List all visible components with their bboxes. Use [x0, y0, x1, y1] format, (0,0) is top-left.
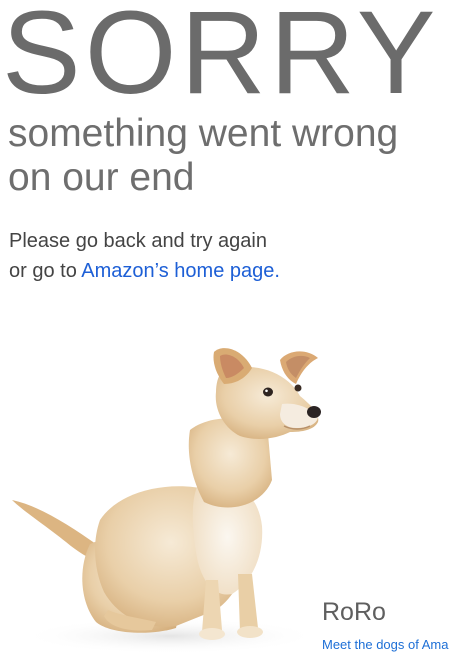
error-subheading: something went wrong on our end — [8, 112, 474, 200]
dog-photo-icon — [12, 348, 321, 654]
message-line-1: Please go back and try again — [9, 230, 267, 252]
error-page: SORRY something went wrong on our end Pl… — [0, 0, 474, 664]
error-message: Please go back and try again or go to Am… — [9, 226, 469, 286]
message-line-2-prefix: or go to — [9, 260, 82, 282]
meet-the-dogs-link[interactable]: Meet the dogs of Ama — [322, 637, 474, 653]
amazon-home-page-link[interactable]: Amazon’s home page. — [81, 260, 280, 282]
subheading-line-2: on our end — [8, 156, 195, 199]
subheading-line-1: something went wrong — [8, 112, 399, 155]
dog-name: RoRo — [322, 598, 386, 626]
sorry-headline: SORRY — [2, 0, 440, 119]
message-line-2: or go to Amazon’s home page. — [9, 256, 469, 286]
